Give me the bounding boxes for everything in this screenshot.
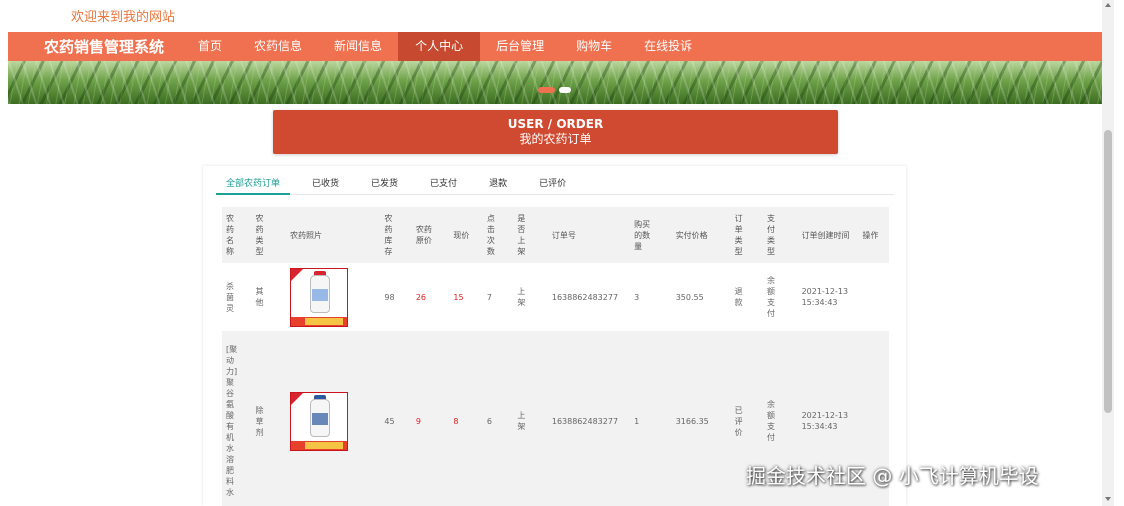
site-brand[interactable]: 农药销售管理系统 [44, 36, 164, 57]
scroll-thumb[interactable] [1104, 130, 1112, 413]
header-price: 现价 [449, 207, 483, 263]
banner-image [8, 61, 1102, 104]
cell-pay-type: 余额支付 [767, 276, 776, 318]
header-order-type: 订单类型 [734, 214, 743, 256]
nav-admin[interactable]: 后台管理 [480, 32, 560, 61]
pesticide-bottle-blue-icon[interactable] [289, 391, 348, 451]
cell-stock: 45 [380, 331, 412, 506]
cell-order-no: 1638862483277 [547, 331, 631, 506]
nav-pesticide-info[interactable]: 农药信息 [238, 32, 318, 61]
nav-home[interactable]: 首页 [182, 32, 238, 61]
order-tabs: 全部农药订单 已收货 已发货 已支付 退款 已评价 [216, 173, 894, 195]
nav-complaint[interactable]: 在线投诉 [628, 32, 708, 61]
order-header-en: USER / ORDER [507, 117, 604, 131]
table-header-row: 农药名称 农药类型 农药照片 农药库存 农药原价 现价 点击次数 是否上架 订单… [222, 207, 889, 263]
order-section-header: USER / ORDER 我的农药订单 [273, 110, 838, 154]
cell-clicks: 6 [482, 331, 514, 506]
header-name: 农药名称 [226, 214, 234, 256]
header-pay-type: 支付类型 [767, 214, 776, 256]
tab-shipped[interactable]: 已发货 [361, 173, 408, 195]
cell-listed: 上架 [517, 411, 526, 431]
cell-name: [聚动力]聚谷氨酸有机水溶肥料水 [226, 345, 238, 497]
cell-name: 杀菌灵 [226, 281, 234, 313]
orders-panel: 全部农药订单 已收货 已发货 已支付 退款 已评价 农药名称 农药类型 农药照片… [203, 166, 906, 506]
tab-all-orders[interactable]: 全部农药订单 [216, 173, 291, 195]
pesticide-bottle-red-icon[interactable] [289, 267, 348, 327]
table-row[interactable]: 杀菌灵 其他 98 26 15 7 上架 1638862483277 3 350… [222, 263, 889, 331]
cell-type: 除草剂 [255, 405, 264, 437]
cell-quantity: 1 [630, 331, 672, 506]
page-scrollbar[interactable] [1102, 0, 1114, 506]
header-original-price: 农药原价 [415, 225, 432, 245]
nav-news[interactable]: 新闻信息 [318, 32, 398, 61]
cell-stock: 98 [380, 263, 412, 331]
watermark-text: 掘金技术社区 @ 小飞计算机毕设 [746, 464, 1039, 488]
cell-order-type: 退款 [734, 287, 743, 307]
nav-personal-center[interactable]: 个人中心 [398, 32, 481, 61]
header-stock: 农药库存 [384, 214, 393, 256]
header-clicks: 点击次数 [486, 214, 495, 256]
cell-order-no: 1638862483277 [547, 263, 631, 331]
header-quantity: 购买的数量 [634, 219, 651, 251]
header-created: 订单创建时间 [797, 207, 859, 263]
tab-received[interactable]: 已收货 [302, 173, 349, 195]
cell-pay-type: 余额支付 [767, 400, 776, 442]
nav-cart[interactable]: 购物车 [560, 32, 628, 61]
cell-original-price: 9 [411, 331, 450, 506]
cell-original-price: 26 [411, 263, 450, 331]
header-action: 操作 [858, 207, 889, 263]
cell-price: 15 [449, 263, 483, 331]
carousel-dot-active[interactable] [538, 87, 555, 93]
tab-paid[interactable]: 已支付 [420, 173, 467, 195]
cell-created: 2021-12-13 15:34:43 [797, 263, 859, 331]
tab-refund[interactable]: 退款 [479, 173, 517, 195]
header-listed: 是否上架 [517, 214, 526, 256]
tab-reviewed[interactable]: 已评价 [529, 173, 576, 195]
cell-action[interactable] [858, 263, 889, 331]
carousel-dots [538, 87, 571, 93]
header-paid: 实付价格 [671, 207, 731, 263]
cell-order-type: 已评价 [734, 405, 743, 437]
header-photo: 农药照片 [285, 207, 381, 263]
cell-paid: 3166.35 [671, 331, 731, 506]
cell-listed: 上架 [517, 287, 526, 307]
cell-paid: 350.55 [671, 263, 731, 331]
cell-price: 8 [449, 331, 483, 506]
header-order-no: 订单号 [547, 207, 631, 263]
scroll-up-icon[interactable] [1105, 3, 1111, 7]
cell-type: 其他 [255, 287, 264, 307]
carousel-dot[interactable] [559, 87, 571, 93]
scroll-down-icon[interactable] [1105, 497, 1111, 501]
cell-clicks: 7 [482, 263, 514, 331]
welcome-text: 欢迎来到我的网站 [71, 10, 176, 25]
order-header-cn: 我的农药订单 [519, 132, 592, 146]
cell-quantity: 3 [630, 263, 672, 331]
header-type: 农药类型 [255, 214, 264, 256]
main-navbar: 农药销售管理系统 首页 农药信息 新闻信息 个人中心 后台管理 购物车 在线投诉 [8, 32, 1102, 61]
